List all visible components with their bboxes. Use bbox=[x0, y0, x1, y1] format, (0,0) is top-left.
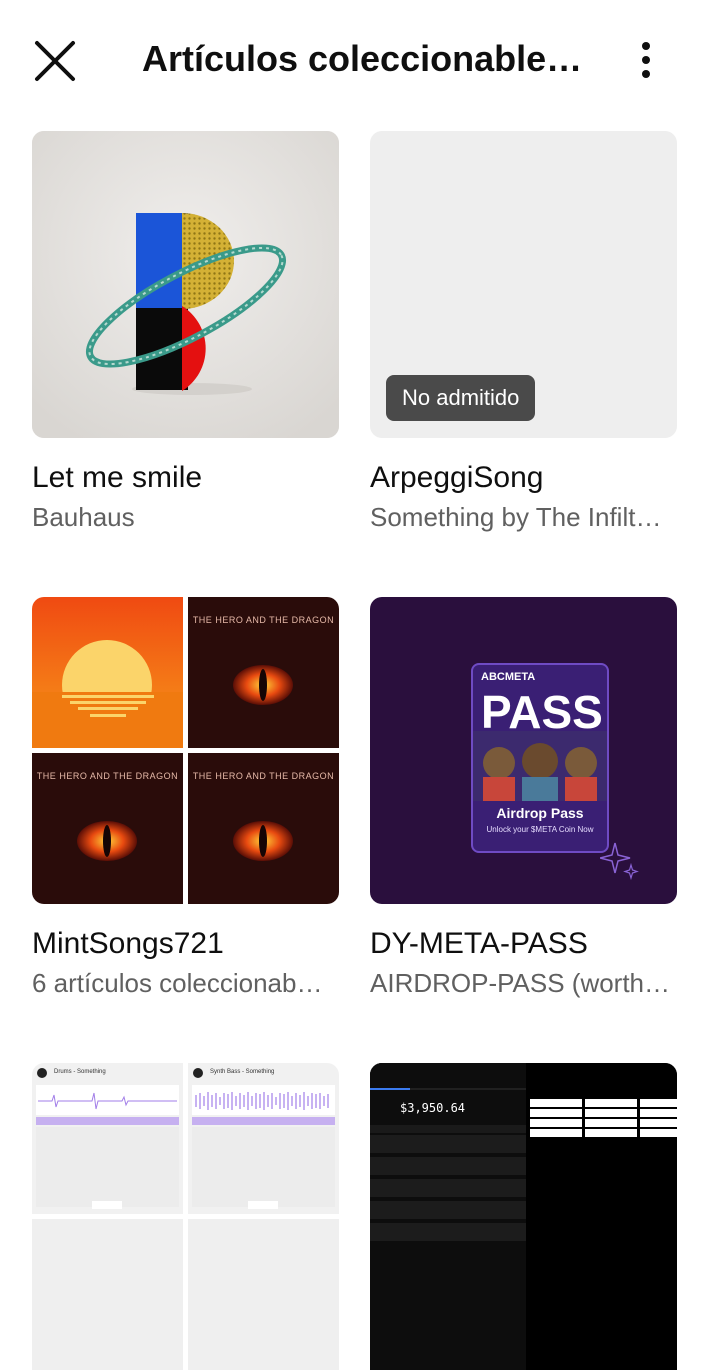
pass-card: ABCMETA PASS Airdrop Pass Unlock your $M… bbox=[471, 663, 609, 853]
pass-caption: Airdrop Pass bbox=[496, 805, 584, 821]
card-title: Let me smile bbox=[32, 461, 203, 494]
card-subtitle: Bauhaus bbox=[32, 502, 135, 532]
card-title: MintSongs721 bbox=[32, 927, 224, 960]
collectible-card-mintsongs721[interactable]: THE HERO AND THE DRAGON THE HERO AND THE… bbox=[32, 597, 339, 1000]
audio-player-artwork bbox=[32, 1219, 183, 1370]
artwork-text: THE HERO AND THE DRAGON bbox=[192, 615, 335, 625]
artwork-thumbnail: No admitido bbox=[370, 131, 677, 438]
wallet-balance: $3,950.64 bbox=[400, 1101, 466, 1115]
sunset-artwork bbox=[32, 597, 183, 748]
pass-tagline: Unlock your $META Coin Now bbox=[486, 825, 594, 834]
pass-big-text: PASS bbox=[481, 686, 603, 738]
card-title: ArpeggiSong bbox=[370, 461, 544, 494]
apes-artwork bbox=[473, 731, 607, 801]
artwork-text: THE HERO AND THE DRAGON bbox=[192, 771, 335, 781]
pass-brand: ABCMETA bbox=[481, 671, 536, 683]
audio-player-artwork: Synth Bass - Something bbox=[188, 1063, 339, 1214]
artwork-thumbnail: ABCMETA PASS Airdrop Pass Unlock your $M… bbox=[370, 597, 677, 904]
artwork-thumbnail: THE HERO AND THE DRAGON THE HERO AND THE… bbox=[32, 597, 339, 904]
audio-player-artwork bbox=[188, 1219, 339, 1370]
card-subtitle: AIRDROP-PASS (worth … bbox=[370, 968, 677, 998]
card-subtitle: 6 artículos coleccionab… bbox=[32, 968, 323, 998]
collectible-card-dy-meta-pass[interactable]: ABCMETA PASS Airdrop Pass Unlock your $M… bbox=[370, 597, 677, 1000]
close-icon[interactable] bbox=[30, 36, 80, 86]
artwork-thumbnail: Drums - Something Synth Bass - Something bbox=[32, 1063, 339, 1370]
dragon-eye-artwork: THE HERO AND THE DRAGON bbox=[188, 753, 339, 904]
sparkle-icon bbox=[600, 842, 639, 881]
dragon-eye-artwork: THE HERO AND THE DRAGON bbox=[188, 597, 339, 748]
dragon-eye-artwork: THE HERO AND THE DRAGON bbox=[32, 753, 183, 904]
artwork-thumbnail bbox=[32, 131, 339, 438]
artwork-thumbnail: $3,950.64 bbox=[370, 1063, 677, 1370]
page-title: Artículos coleccionable… bbox=[142, 38, 583, 79]
collectible-card-wallet[interactable]: $3,950.64 bbox=[370, 1063, 677, 1370]
artwork-text: THE HERO AND THE DRAGON bbox=[36, 771, 179, 781]
top-app-bar: Artículos coleccionable… bbox=[0, 0, 709, 120]
collectible-card-let-me-smile[interactable]: Let me smile Bauhaus bbox=[32, 131, 339, 534]
collectible-card-arpeggisong[interactable]: No admitido ArpeggiSong Something by The… bbox=[370, 131, 677, 534]
unsupported-badge: No admitido bbox=[386, 375, 536, 421]
collectible-card-audio-stems[interactable]: Drums - Something Synth Bass - Something bbox=[32, 1063, 339, 1370]
card-title: DY-META-PASS bbox=[370, 927, 588, 960]
card-subtitle: Something by The Infilt… bbox=[370, 502, 662, 532]
audio-player-artwork: Drums - Something bbox=[32, 1063, 183, 1214]
more-vert-icon[interactable] bbox=[626, 38, 666, 82]
